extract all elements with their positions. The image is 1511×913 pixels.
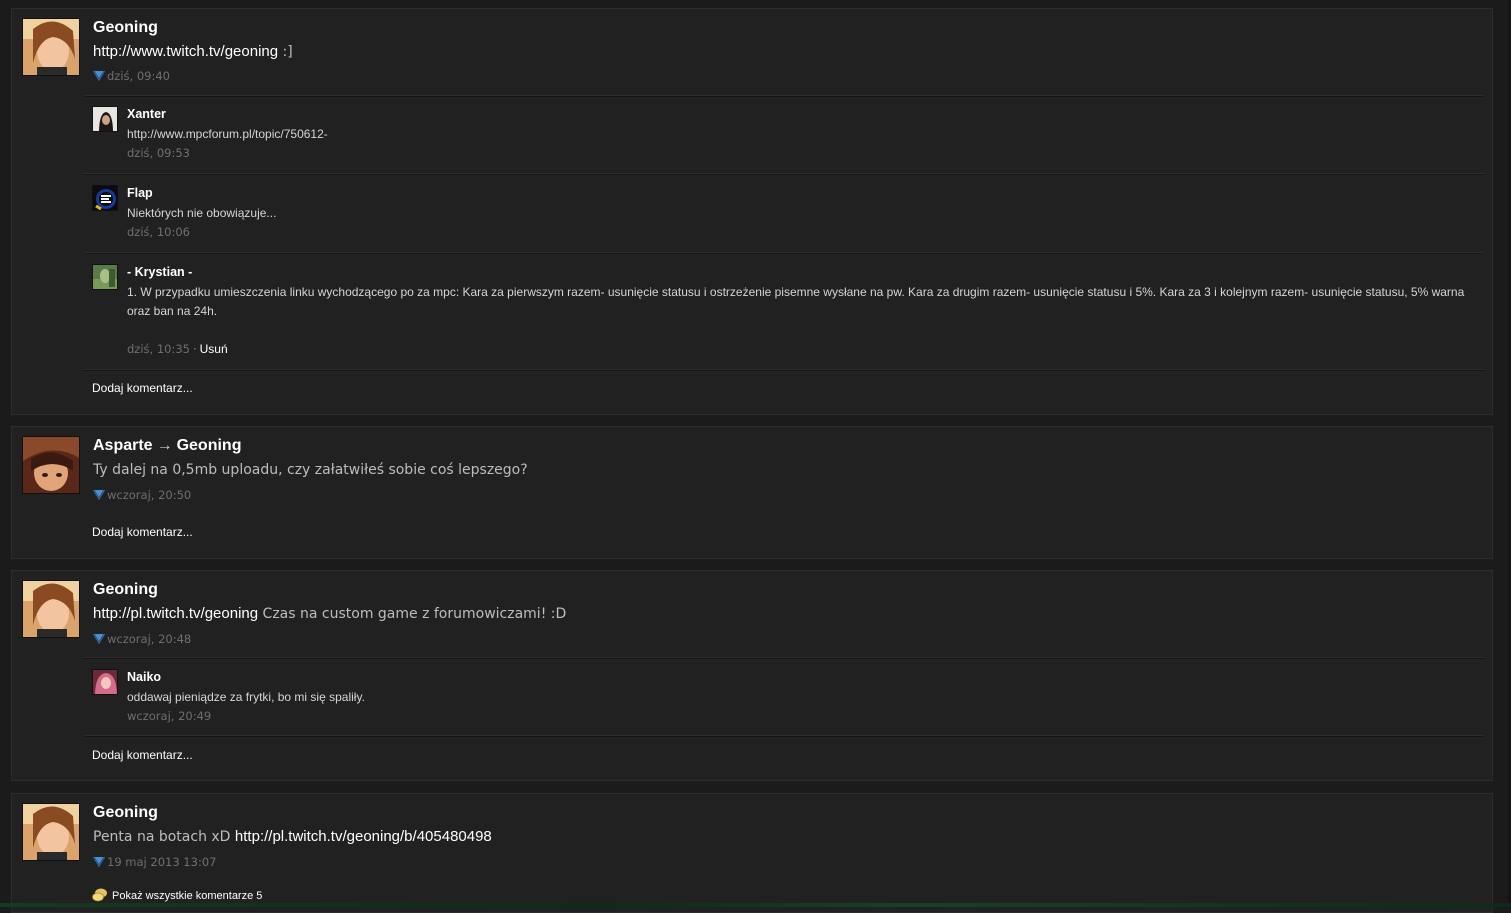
- divider: [84, 173, 1484, 175]
- comment-time: dziś, 09:53: [127, 146, 190, 160]
- status-link[interactable]: http://pl.twitch.tv/geoning/b/405480498: [235, 828, 492, 845]
- comment-author[interactable]: - Krystian -: [127, 264, 192, 280]
- avatar[interactable]: [22, 803, 80, 861]
- status-text-prefix: Penta na botach xD: [93, 829, 235, 845]
- comment-avatar[interactable]: [92, 106, 118, 132]
- post-time[interactable]: dziś, 09:40: [107, 69, 170, 83]
- show-all-comments-label[interactable]: Pokaż wszystkie komentarze 5: [112, 890, 262, 902]
- comment-time: dziś, 10:35: [127, 342, 190, 356]
- divider: [84, 369, 1484, 371]
- post-meta: dziś, 09:40: [93, 68, 170, 84]
- add-comment-link[interactable]: Dodaj komentarz...: [92, 380, 193, 396]
- status-text: Penta na botach xD http://pl.twitch.tv/g…: [93, 827, 492, 847]
- post-time[interactable]: 19 maj 2013 13:07: [107, 855, 216, 869]
- status-text: http://pl.twitch.tv/geoning Czas na cust…: [93, 604, 566, 624]
- post-meta: wczoraj, 20:48: [93, 631, 191, 647]
- divider: [84, 252, 1484, 254]
- comment: Xanter http://www.mpcforum.pl/topic/7506…: [92, 106, 1484, 168]
- comment-time: dziś, 10:06: [127, 225, 190, 239]
- post-meta: wczoraj, 20:50: [93, 487, 191, 503]
- comment-author[interactable]: Xanter: [127, 106, 166, 122]
- post-meta: 19 maj 2013 13:07: [93, 854, 216, 870]
- status-post: Geoning http://www.twitch.tv/geoning :] …: [11, 8, 1493, 415]
- status-text: http://www.twitch.tv/geoning :]: [93, 42, 293, 62]
- delete-comment-link[interactable]: Usuń: [200, 342, 228, 356]
- mobile-status-icon: [93, 70, 105, 81]
- comment-text[interactable]: http://www.mpcforum.pl/topic/750612-: [127, 125, 1484, 144]
- arrow-icon: →: [156, 437, 173, 454]
- status-link[interactable]: http://pl.twitch.tv/geoning: [93, 605, 258, 622]
- page-bottom-border: [0, 903, 1511, 907]
- mobile-status-icon: [93, 489, 105, 500]
- comment-text: oddawaj pieniądze za frytki, bo mi się s…: [127, 690, 365, 704]
- post-time[interactable]: wczoraj, 20:48: [107, 632, 191, 646]
- add-comment-link[interactable]: Dodaj komentarz...: [92, 747, 193, 763]
- status-post: Geoning http://pl.twitch.tv/geoning Czas…: [11, 570, 1493, 781]
- status-link[interactable]: http://www.twitch.tv/geoning: [93, 43, 278, 60]
- comment-meta: dziś, 10:35 · Usuń: [127, 341, 228, 357]
- comment-text: 1. W przypadku umieszczenia linku wychod…: [127, 285, 1465, 318]
- post-author-line: Asparte → Geoning: [93, 436, 241, 456]
- comment-avatar[interactable]: [92, 185, 118, 211]
- post-author[interactable]: Geoning: [93, 803, 158, 823]
- status-post: Geoning Penta na botach xD http://pl.twi…: [11, 793, 1493, 913]
- status-post: Asparte → Geoning Ty dalej na 0,5mb upload…: [11, 426, 1493, 559]
- comment-author[interactable]: Naiko: [127, 669, 161, 685]
- divider: [84, 657, 1484, 659]
- post-time[interactable]: wczoraj, 20:50: [107, 488, 191, 502]
- status-text-suffix: :]: [278, 44, 293, 60]
- avatar[interactable]: [22, 18, 80, 76]
- status-text-suffix: Czas na custom game z forumowiczami! :D: [258, 606, 567, 622]
- comment: - Krystian - 1. W przypadku umieszczenia…: [92, 264, 1484, 364]
- status-text: Ty dalej na 0,5mb uploadu, czy załatwiłe…: [93, 462, 528, 478]
- avatar[interactable]: [22, 436, 80, 494]
- post-target[interactable]: Geoning: [177, 437, 242, 454]
- comments-bubble-icon: [92, 888, 107, 902]
- comment-author[interactable]: Flap: [127, 185, 153, 201]
- comment: Flap Niektórych nie obowiązuje... dziś, …: [92, 185, 1484, 247]
- post-author[interactable]: Asparte: [93, 437, 153, 454]
- post-author[interactable]: Geoning: [93, 580, 158, 600]
- mobile-status-icon: [93, 856, 105, 867]
- show-all-comments-link[interactable]: Pokaż wszystkie komentarze 5: [92, 888, 262, 904]
- divider: [84, 735, 1484, 737]
- comment-time: wczoraj, 20:49: [127, 709, 212, 723]
- divider: [84, 95, 1484, 97]
- separator: ·: [192, 342, 197, 356]
- avatar[interactable]: [22, 580, 80, 638]
- mobile-status-icon: [93, 633, 105, 644]
- comment-avatar[interactable]: [92, 669, 118, 695]
- comment-avatar[interactable]: [92, 264, 118, 290]
- comment: Naiko oddawaj pieniądze za frytki, bo mi…: [92, 669, 1484, 729]
- add-comment-link[interactable]: Dodaj komentarz...: [92, 524, 193, 540]
- post-author[interactable]: Geoning: [93, 18, 158, 38]
- comment-text: Niektórych nie obowiązuje...: [127, 206, 277, 220]
